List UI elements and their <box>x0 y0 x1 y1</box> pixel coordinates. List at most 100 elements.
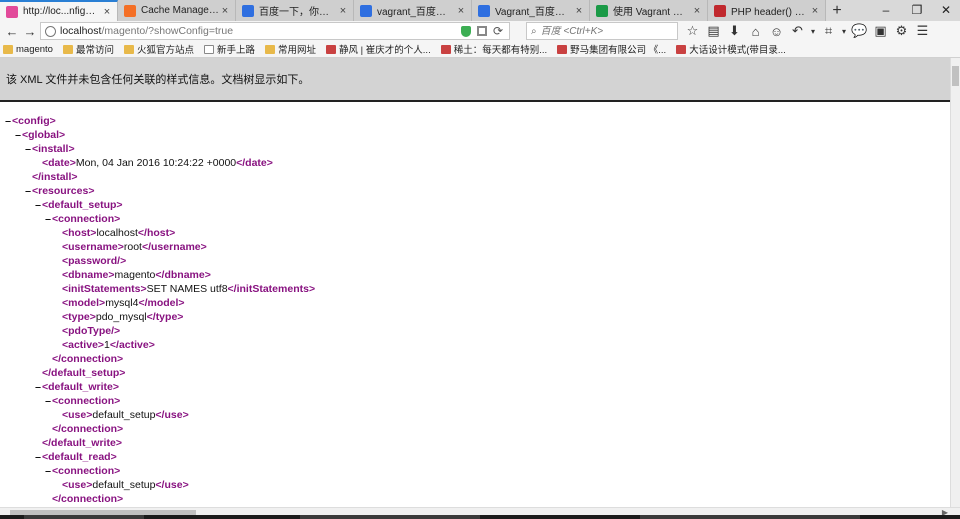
tab-close-icon[interactable]: × <box>573 5 585 17</box>
bookmark-item[interactable]: 大话设计模式(带目录... <box>676 42 786 56</box>
back-button[interactable]: ← <box>2 21 22 41</box>
bookmark-item[interactable]: 野马集团有限公司 《... <box>557 42 666 56</box>
xml-line-content: <resources> <box>32 184 94 198</box>
bookmark-item[interactable]: 新手上路 <box>204 42 255 56</box>
tab-1[interactable]: Cache Management...× <box>118 0 236 21</box>
xml-line: <active>1</active> <box>0 338 945 352</box>
bookmark-item[interactable]: 火狐官方站点 <box>124 42 194 56</box>
vertical-scroll-thumb[interactable] <box>952 66 959 86</box>
folder-icon <box>62 44 73 54</box>
taskbar-item[interactable] <box>24 515 144 519</box>
tab-close-icon[interactable]: × <box>455 5 467 17</box>
tab-6[interactable]: PHP header() 函数 × <box>708 0 826 21</box>
collapse-toggle-icon[interactable]: – <box>24 142 32 156</box>
xml-line: <dbname>magento</dbname> <box>0 268 945 282</box>
address-bar[interactable]: localhost/magento/?showConfig=true ⟳ <box>40 22 510 40</box>
shield-icon[interactable] <box>460 25 471 37</box>
folder-icon <box>3 44 13 54</box>
dropdown-chevron-icon[interactable]: ▾ <box>839 21 849 41</box>
collapse-toggle-icon[interactable]: – <box>44 394 52 408</box>
xml-text-value: magento <box>114 269 156 281</box>
undo-icon[interactable]: ↶ <box>787 21 808 41</box>
close-window-button[interactable]: ✕ <box>932 0 960 20</box>
bookmark-item[interactable]: 常用网址 <box>265 42 316 56</box>
bookmark-item[interactable]: 稀土：每天都有特别... <box>440 42 547 56</box>
tab-close-icon[interactable]: × <box>337 5 349 17</box>
tab-4[interactable]: Vagrant_百度百科 × <box>472 0 590 21</box>
collapse-toggle-icon[interactable]: – <box>24 184 32 198</box>
clipboard-icon[interactable]: ▤ <box>703 21 724 41</box>
xml-line-content: </default_write> <box>42 436 122 450</box>
magento-icon <box>124 4 136 17</box>
xml-line-content: <default_setup> <box>42 198 123 212</box>
bookmark-label: 常用网址 <box>278 45 317 56</box>
url-path: /magento/?showConfig=true <box>101 25 234 37</box>
tab-3[interactable]: vagrant_百度搜索 × <box>354 0 472 21</box>
bookmark-item[interactable]: magento <box>3 44 53 55</box>
home-icon[interactable]: ⌂ <box>745 21 766 41</box>
bookmark-item[interactable]: 最常访问 <box>62 42 114 56</box>
xml-line: – <config> <box>0 114 945 128</box>
xml-line-content: <config> <box>12 114 56 128</box>
collapse-toggle-icon[interactable]: – <box>44 212 52 226</box>
chat-bubble-icon[interactable]: 💬 <box>849 21 870 41</box>
collapse-toggle-icon[interactable]: – <box>34 198 42 212</box>
search-input[interactable] <box>540 25 661 37</box>
bookmark-item[interactable]: 静风 | 崔庆才的个人... <box>326 42 431 56</box>
tab-0[interactable]: http://loc...nfig=true × <box>0 0 118 21</box>
forward-button[interactable]: → <box>20 21 40 41</box>
xml-tag: <global> <box>22 129 66 141</box>
tab-close-icon[interactable]: × <box>691 5 703 17</box>
bookmark-label: 野马集团有限公司 《... <box>570 45 667 56</box>
xml-line: <model>mysql4</model> <box>0 296 945 310</box>
baidu-paw-icon <box>478 4 490 17</box>
xml-tag: </active> <box>109 339 155 351</box>
tab-close-icon[interactable]: × <box>101 6 113 18</box>
xml-document-tree: – <config> – <global> – <install> <date>Mon, 0… <box>0 114 945 506</box>
qr-code-icon[interactable] <box>476 26 487 36</box>
xml-tag: <pdoType/> <box>62 325 121 337</box>
xml-tag: </type> <box>146 311 184 323</box>
sf-icon <box>596 4 608 17</box>
tab-close-icon[interactable]: × <box>219 5 231 17</box>
folder-icon <box>124 44 134 54</box>
xml-tag: </connection> <box>52 423 124 435</box>
tab-close-icon[interactable]: × <box>809 5 821 17</box>
xml-line-content: <use>default_setup</use> <box>62 408 189 422</box>
tab-5[interactable]: 使用 Vagrant 打造跨...× <box>590 0 708 21</box>
xml-line: </connection> <box>0 422 945 436</box>
tab-label: Vagrant_百度百科 <box>495 7 573 18</box>
collapse-toggle-icon[interactable]: – <box>4 114 12 128</box>
image-icon[interactable]: ▣ <box>870 21 891 41</box>
gear-icon[interactable]: ⚙ <box>891 21 912 41</box>
url-text[interactable]: localhost/magento/?showConfig=true <box>60 25 461 37</box>
minimize-window-button[interactable]: – <box>872 0 900 20</box>
new-tab-button[interactable]: + <box>826 0 848 21</box>
menu-icon[interactable]: ☰ <box>912 21 933 41</box>
xml-tag: <default_setup> <box>42 199 123 211</box>
crop-icon[interactable]: ⌗ <box>818 21 839 41</box>
dropdown-chevron-icon[interactable]: ▾ <box>808 21 818 41</box>
tab-2[interactable]: 百度一下，你就知道× <box>236 0 354 21</box>
globe-icon <box>45 25 56 37</box>
collapse-toggle-icon[interactable]: – <box>34 450 42 464</box>
bookmark-star-icon[interactable]: ☆ <box>682 21 703 41</box>
collapse-toggle-icon[interactable]: – <box>44 464 52 478</box>
xml-line-content: </connection> <box>52 492 123 506</box>
xml-line: <password/> <box>0 254 945 268</box>
xml-tag: </connection> <box>52 353 124 365</box>
tab-label: 使用 Vagrant 打造跨... <box>613 7 691 18</box>
download-icon[interactable]: ⬇ <box>724 21 745 41</box>
taskbar-item[interactable] <box>300 515 480 519</box>
xml-tag: <connection> <box>52 213 121 225</box>
taskbar-item[interactable] <box>640 515 860 519</box>
smiley-icon[interactable]: ☺ <box>766 21 787 41</box>
vertical-scrollbar[interactable] <box>950 58 960 507</box>
search-box[interactable]: ⌕ <box>526 22 678 40</box>
collapse-toggle-icon[interactable]: – <box>34 380 42 394</box>
reload-icon[interactable]: ⟳ <box>493 24 503 38</box>
xml-line: <host>localhost</host> <box>0 226 945 240</box>
xml-line: <initStatements>SET NAMES utf8</initStat… <box>0 282 945 296</box>
collapse-toggle-icon[interactable]: – <box>14 128 22 142</box>
restore-window-button[interactable]: ❐ <box>903 0 931 20</box>
